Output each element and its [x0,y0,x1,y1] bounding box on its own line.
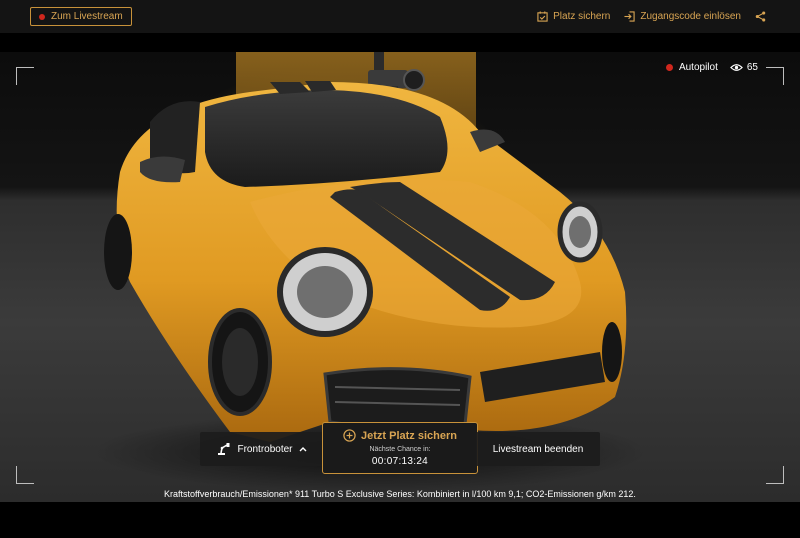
redeem-code-label: Zugangscode einlösen [640,11,741,22]
mode-label: Autopilot [678,62,718,73]
frame-corner-top-right [766,67,784,85]
consumption-disclaimer: Kraftstoffverbrauch/Emissionen* 911 Turb… [164,489,636,499]
reserve-now-label: Jetzt Platz sichern [361,429,457,442]
livestream-video[interactable]: Autopilot 65 Frontroboter Jetzt Platz si… [0,52,800,502]
reserve-seat-label: Platz sichern [553,11,611,22]
frame-corner-bottom-left [16,466,34,484]
countdown-timer: 00:07:13:24 [371,456,429,467]
login-icon [624,11,635,22]
frame-corner-bottom-right [766,466,784,484]
end-livestream-label: Livestream beenden [492,443,584,455]
reserve-now-button[interactable]: Jetzt Platz sichern [343,429,457,442]
next-chance-label: Nächste Chance in: [369,446,431,453]
robot-arm-icon [218,443,230,455]
robot-label: Frontroboter [237,443,293,455]
frame-corner-top-left [16,67,34,85]
redeem-code-link[interactable]: Zugangscode einlösen [624,11,741,22]
back-to-livestream-label: Zum Livestream [51,11,123,22]
chevron-up-icon [299,447,307,452]
eye-icon [729,64,743,71]
live-indicator-icon [665,64,673,71]
reserve-seat-link[interactable]: Platz sichern [537,11,610,22]
top-bar: Zum Livestream Platz sichern Zugangscode… [0,0,800,33]
share-icon [755,11,766,22]
top-actions: Platz sichern Zugangscode einlösen [537,11,770,22]
end-livestream-button[interactable]: Livestream beenden [476,432,600,466]
share-button[interactable] [755,11,766,22]
viewer-count: 65 [746,62,758,73]
stream-status: Autopilot 65 [665,62,758,73]
plus-circle-icon [343,429,356,442]
calendar-check-icon [537,11,548,22]
viewer-counter: 65 [729,62,758,73]
live-dot-icon [39,13,45,20]
back-to-livestream-button[interactable]: Zum Livestream [30,7,132,26]
reserve-seat-panel[interactable]: Jetzt Platz sichern Nächste Chance in: 0… [322,422,478,474]
robot-selector-button[interactable]: Frontroboter [200,432,324,466]
